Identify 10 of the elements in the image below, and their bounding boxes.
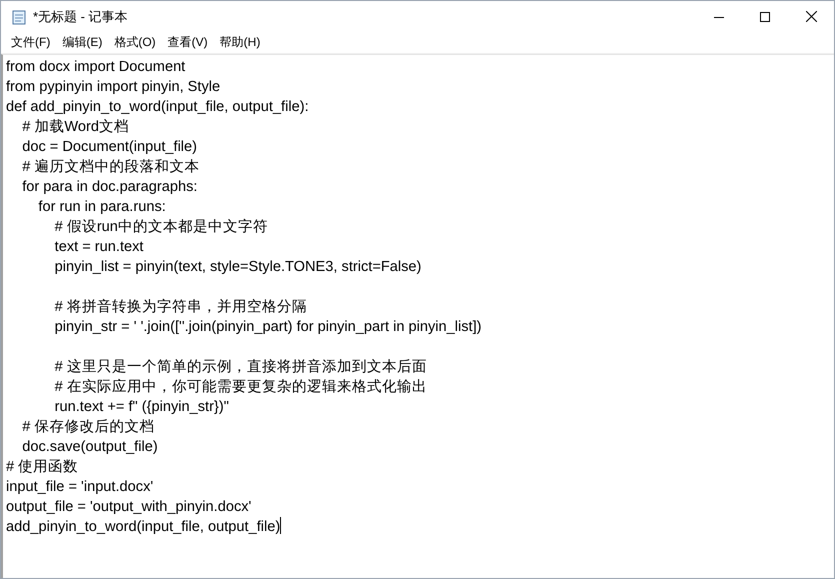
close-icon [806, 11, 816, 22]
notepad-icon [11, 8, 27, 24]
maximize-icon [760, 12, 770, 22]
menu-item[interactable]: 格式(O) [108, 32, 162, 53]
menu-item[interactable]: 查看(V) [162, 32, 214, 53]
code-text: from docx import Document from pypinyin import pinyin, Style def add_pinyin_to_word(input_file, output_file): # 加载Word文档 doc = Document(input_file) # 遍历文档中的段落和文本 for para in doc.paragraphs: for run in para.runs: # 假设run中的文本都是中文字符 text = run.text pinyin_list = pinyin(text, style=Style.TONE3, strict=False) # 将拼音转换为字符串，并用空格分隔 pinyin_str = ' '.join([''.join(pinyin_part) for pinyin_part in pinyin_list]) # 这里只是一个简单的示例，直接将拼音添加到文本后面 # 在实际应用中，你可能需要更复杂的逻辑来格式化输出 run.text += f" ({pinyin_str})" # 保存修改后的文档 doc.save(output_file) # 使用函数 input_file = 'input.docx' output_file = 'output_with_pinyin.docx' add_pinyin_to_word(input_file, output_file) [6, 59, 482, 535]
menu-item[interactable]: 文件(F) [5, 32, 56, 53]
menu-item[interactable]: 帮助(H) [214, 32, 266, 53]
window-title: *无标题 - 记事本 [33, 8, 129, 26]
menu-item[interactable]: 编辑(E) [56, 32, 108, 53]
